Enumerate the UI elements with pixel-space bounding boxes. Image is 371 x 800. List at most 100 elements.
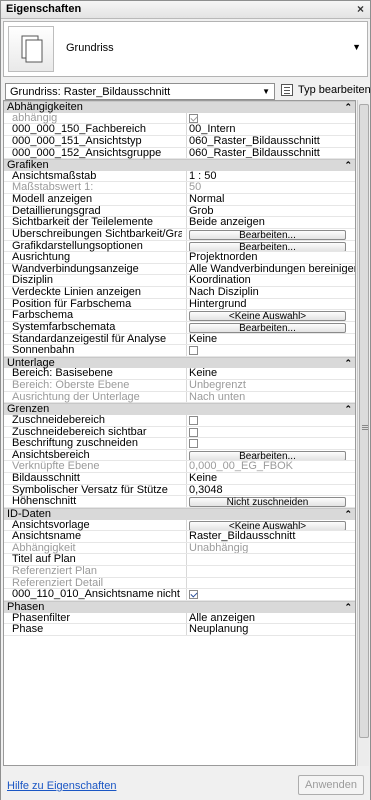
property-name: Ausrichtung: [12, 252, 71, 264]
property-row: Überschreibungen Sichtbarkeit/Grafiken Be…: [4, 228, 355, 241]
property-edit-button[interactable]: Bearbeiten...: [189, 229, 346, 240]
property-row: Sonnenbahn: [4, 345, 355, 357]
property-value[interactable]: 0,3048: [186, 484, 355, 496]
property-row: Bildausschnitt Keine: [4, 473, 355, 485]
section-header[interactable]: Abhängigkeiten ⌃: [4, 101, 355, 113]
close-icon[interactable]: ×: [357, 2, 364, 16]
property-row: Bereich: Basisebene Keine: [4, 368, 355, 380]
property-name: Referenziert Plan: [12, 566, 97, 577]
property-value[interactable]: Keine: [186, 368, 355, 379]
help-link[interactable]: Hilfe zu Eigenschaften: [7, 780, 116, 792]
property-checkbox[interactable]: [189, 590, 198, 600]
property-value[interactable]: [186, 345, 355, 356]
property-name: 000_110_010_Ansichtsname nicht auto...: [12, 589, 182, 601]
property-value[interactable]: Bearbeiten...: [186, 449, 355, 461]
property-name: Grafikdarstellungsoptionen: [12, 240, 143, 252]
property-name: Bildausschnitt: [12, 473, 80, 484]
property-row: 000_110_010_Ansichtsname nicht auto...: [4, 589, 355, 601]
property-value[interactable]: 00_Intern: [186, 124, 355, 135]
property-value[interactable]: [186, 414, 355, 426]
property-value[interactable]: Projektnorden: [186, 252, 355, 263]
property-edit-button[interactable]: Bearbeiten...: [189, 241, 346, 252]
property-row: Verknüpfte Ebene 0,000_00_EG_FBOK: [4, 461, 355, 473]
property-value[interactable]: Keine: [186, 333, 355, 345]
property-value-text: Keine: [189, 333, 218, 345]
property-row: Ausrichtung Projektnorden: [4, 252, 355, 264]
property-checkbox: [189, 113, 198, 123]
property-edit-button[interactable]: Bearbeiten...: [189, 322, 346, 333]
property-row: Zuschneidebereich: [4, 414, 355, 427]
apply-button[interactable]: Anwenden: [298, 775, 364, 795]
property-value[interactable]: [186, 438, 355, 449]
property-value[interactable]: Hintergrund: [186, 298, 355, 310]
property-name: abhängig: [12, 112, 58, 124]
property-value[interactable]: Bearbeiten...: [186, 240, 355, 252]
property-name: Position für Farbschema: [12, 298, 132, 310]
type-selector[interactable]: Grundriss ▼: [3, 21, 368, 77]
property-value[interactable]: <Keine Auswahl>: [186, 310, 355, 321]
property-checkbox[interactable]: [189, 427, 198, 437]
property-checkbox[interactable]: [189, 346, 198, 356]
property-row: 000_000_152_Ansichtsgruppe 060_Raster_Bil…: [4, 147, 355, 160]
vertical-scrollbar[interactable]: [357, 100, 369, 766]
instance-dropdown-value: Grundriss: Raster_Bildausschnitt: [10, 86, 171, 98]
property-value-text: Koordination: [189, 275, 251, 286]
property-edit-button[interactable]: <Keine Auswahl>: [189, 520, 346, 531]
property-name: Disziplin: [12, 275, 53, 287]
scrollbar-thumb[interactable]: [359, 104, 369, 738]
property-value[interactable]: Bearbeiten...: [186, 228, 355, 240]
property-row: Position für Farbschema Hintergrund: [4, 298, 355, 311]
property-value-text: Unbegrenzt: [189, 380, 246, 391]
property-value[interactable]: Beide anzeigen: [186, 217, 355, 228]
property-edit-button[interactable]: Bearbeiten...: [189, 450, 346, 461]
property-name: Titel auf Plan: [12, 554, 76, 566]
property-value[interactable]: 1 : 50: [186, 170, 355, 182]
property-edit-button[interactable]: Nicht zuschneiden: [189, 497, 346, 507]
property-row: Symbolischer Versatz für Stütze 0,3048: [4, 484, 355, 497]
edit-type-icon: [281, 84, 293, 96]
property-value[interactable]: Nach Disziplin: [186, 287, 355, 298]
property-checkbox[interactable]: [189, 415, 198, 425]
property-value-text: Alle anzeigen: [189, 612, 256, 624]
property-name: 000_000_150_Fachbereich: [12, 124, 146, 136]
property-value[interactable]: <Keine Auswahl>: [186, 519, 355, 531]
property-edit-button[interactable]: <Keine Auswahl>: [189, 311, 346, 321]
property-value[interactable]: Neuplanung: [186, 624, 355, 635]
property-value[interactable]: Bearbeiten...: [186, 321, 355, 333]
property-value-text: Alle Wandverbindungen bereinigen: [189, 263, 356, 275]
instance-dropdown[interactable]: Grundriss: Raster_Bildausschnitt ▼: [5, 83, 275, 100]
chevron-down-icon[interactable]: ▼: [352, 42, 361, 52]
floor-plan-icon: [8, 26, 54, 72]
property-value: Nach unten: [186, 391, 355, 403]
property-value[interactable]: [186, 554, 355, 565]
property-row: Detaillierungsgrad Grob: [4, 205, 355, 218]
property-value[interactable]: [186, 589, 355, 600]
section-header[interactable]: Unterlage ⌃: [4, 356, 355, 368]
property-checkbox[interactable]: [189, 439, 198, 449]
section-header[interactable]: ID-Daten ⌃: [4, 507, 355, 520]
property-value: 0,000_00_EG_FBOK: [186, 461, 355, 472]
property-value[interactable]: Grob: [186, 205, 355, 217]
property-value[interactable]: Raster_Bildausschnitt: [186, 531, 355, 542]
property-value: 50: [186, 182, 355, 193]
property-name: Höhenschnitt: [12, 496, 77, 508]
property-value[interactable]: Alle anzeigen: [186, 612, 355, 624]
property-name: Standardanzeigestil für Analyse: [12, 333, 167, 345]
property-row: Wandverbindungsanzeige Alle Wandverbindun…: [4, 263, 356, 276]
edit-type-button[interactable]: Typ bearbeiten: [281, 83, 371, 100]
property-value[interactable]: [186, 426, 355, 438]
property-value-text: 50: [189, 182, 202, 193]
property-value[interactable]: 060_Raster_Bildausschnitt: [186, 135, 355, 147]
property-value[interactable]: Keine: [186, 473, 355, 484]
property-row: Modell anzeigen Normal: [4, 194, 355, 206]
property-name: Modell anzeigen: [12, 194, 93, 205]
property-name: Phasenfilter: [12, 612, 71, 624]
property-value[interactable]: Alle Wandverbindungen bereinigen: [186, 263, 356, 275]
property-value[interactable]: Normal: [186, 194, 355, 205]
property-value[interactable]: 060_Raster_Bildausschnitt: [186, 147, 355, 159]
section-header[interactable]: Phasen ⌃: [4, 600, 355, 613]
section-header[interactable]: Grafiken ⌃: [4, 159, 355, 171]
property-value[interactable]: Koordination: [186, 275, 355, 286]
property-value[interactable]: Nicht zuschneiden: [186, 496, 355, 507]
section-header[interactable]: Grenzen ⌃: [4, 403, 355, 415]
